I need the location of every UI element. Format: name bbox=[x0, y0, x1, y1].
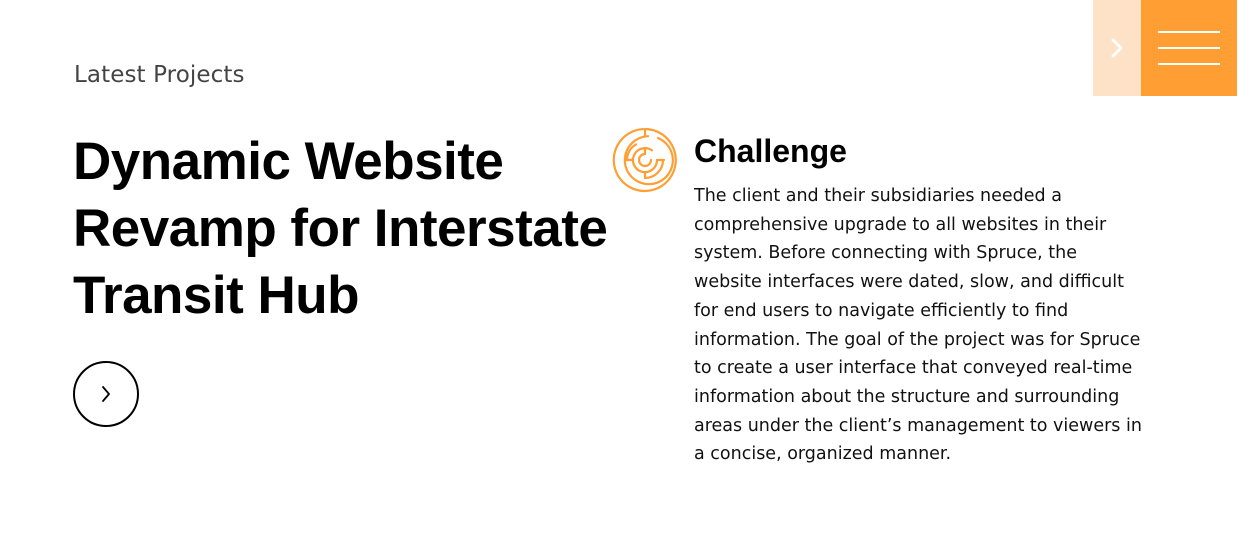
challenge-body: The client and their subsidiaries needed… bbox=[694, 186, 1142, 465]
chevron-right-icon bbox=[1111, 38, 1123, 58]
project-title-line: Dynamic Website bbox=[73, 132, 504, 191]
next-arrow-button[interactable] bbox=[1093, 0, 1141, 96]
hamburger-menu-icon bbox=[1158, 63, 1220, 65]
menu-button[interactable] bbox=[1141, 0, 1237, 96]
project-title-line: Revamp for Interstate bbox=[73, 199, 608, 258]
section-eyebrow: Latest Projects bbox=[74, 62, 245, 88]
maze-icon bbox=[612, 127, 677, 193]
project-title: Dynamic Website Revamp for Interstate Tr… bbox=[73, 128, 613, 329]
view-project-button[interactable] bbox=[73, 361, 139, 427]
chevron-right-icon bbox=[102, 386, 110, 402]
challenge-heading: Challenge bbox=[694, 133, 847, 169]
top-nav bbox=[1093, 0, 1237, 96]
project-title-line: Transit Hub bbox=[73, 266, 360, 325]
hamburger-menu-icon bbox=[1158, 47, 1220, 49]
hamburger-menu-icon bbox=[1158, 31, 1220, 33]
